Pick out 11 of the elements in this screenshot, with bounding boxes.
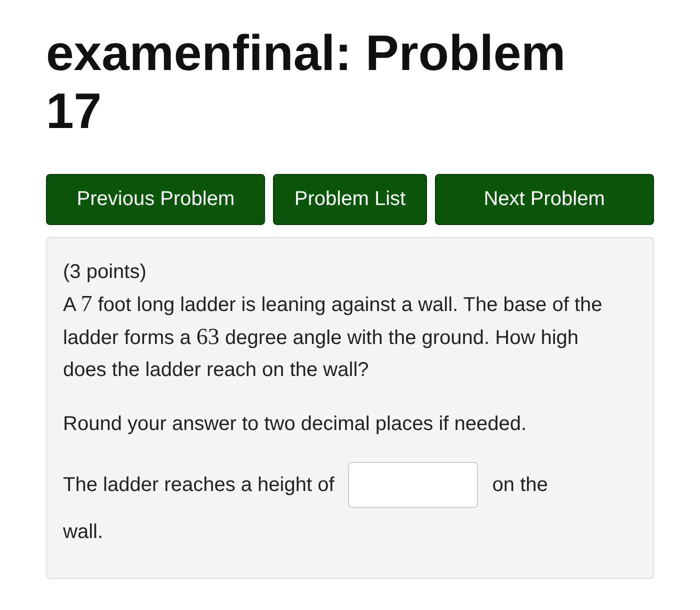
answer-field[interactable] <box>348 462 478 508</box>
page-title: examenfinal: Problem 17 <box>46 24 567 140</box>
nav-button[interactable]: Next Problem <box>434 174 654 225</box>
points-label: (3 points) <box>63 260 148 285</box>
nav-button[interactable]: Previous Problem <box>46 174 266 225</box>
answer-suffix: on the <box>492 473 548 498</box>
problem-statement: A 7 foot long ladder is leaning against a wall. The base of the ladder forms a 63 degree angle with the ground. How high does the ladder reach on the wall? <box>63 290 604 383</box>
answer-suffix-end: wall. <box>63 520 104 545</box>
nav-button[interactable]: Problem List <box>273 174 427 225</box>
instruction-text: Round your answer to two decimal places if needed. <box>63 412 528 437</box>
answer-prefix: The ladder reaches a height of <box>63 473 334 498</box>
